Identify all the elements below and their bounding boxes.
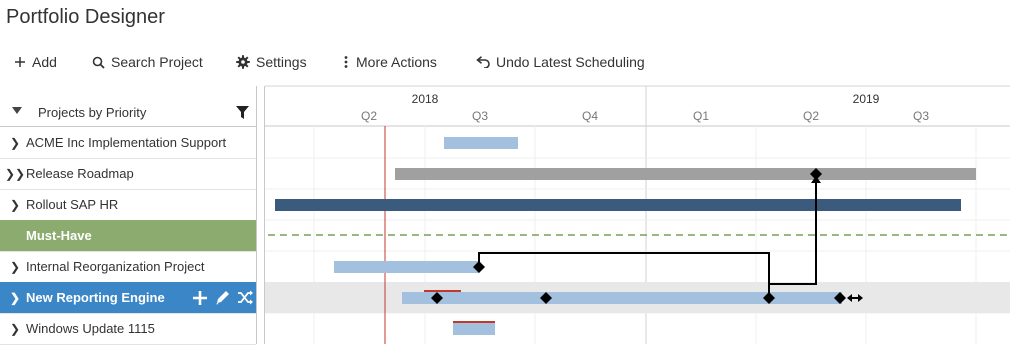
quarter-label: Q4 (582, 109, 598, 123)
task-bar-selected[interactable] (402, 292, 842, 304)
gantt-timeline: 2018 2019 Q2 Q3 Q4 Q1 Q2 Q3 (265, 85, 1010, 344)
quarter-label: Q2 (803, 109, 819, 123)
roadmap-bar[interactable] (395, 168, 976, 180)
task-bar[interactable] (275, 199, 961, 211)
quarter-label: Q3 (472, 109, 488, 123)
year-label: 2019 (853, 92, 880, 106)
task-bar[interactable] (453, 323, 495, 335)
quarter-label: Q2 (361, 109, 377, 123)
dependency-line (769, 178, 817, 285)
quarter-label: Q1 (693, 109, 709, 123)
quarter-label: Q3 (913, 109, 929, 123)
task-bar[interactable] (334, 261, 479, 273)
task-bar[interactable] (444, 137, 518, 149)
year-label: 2018 (412, 92, 439, 106)
